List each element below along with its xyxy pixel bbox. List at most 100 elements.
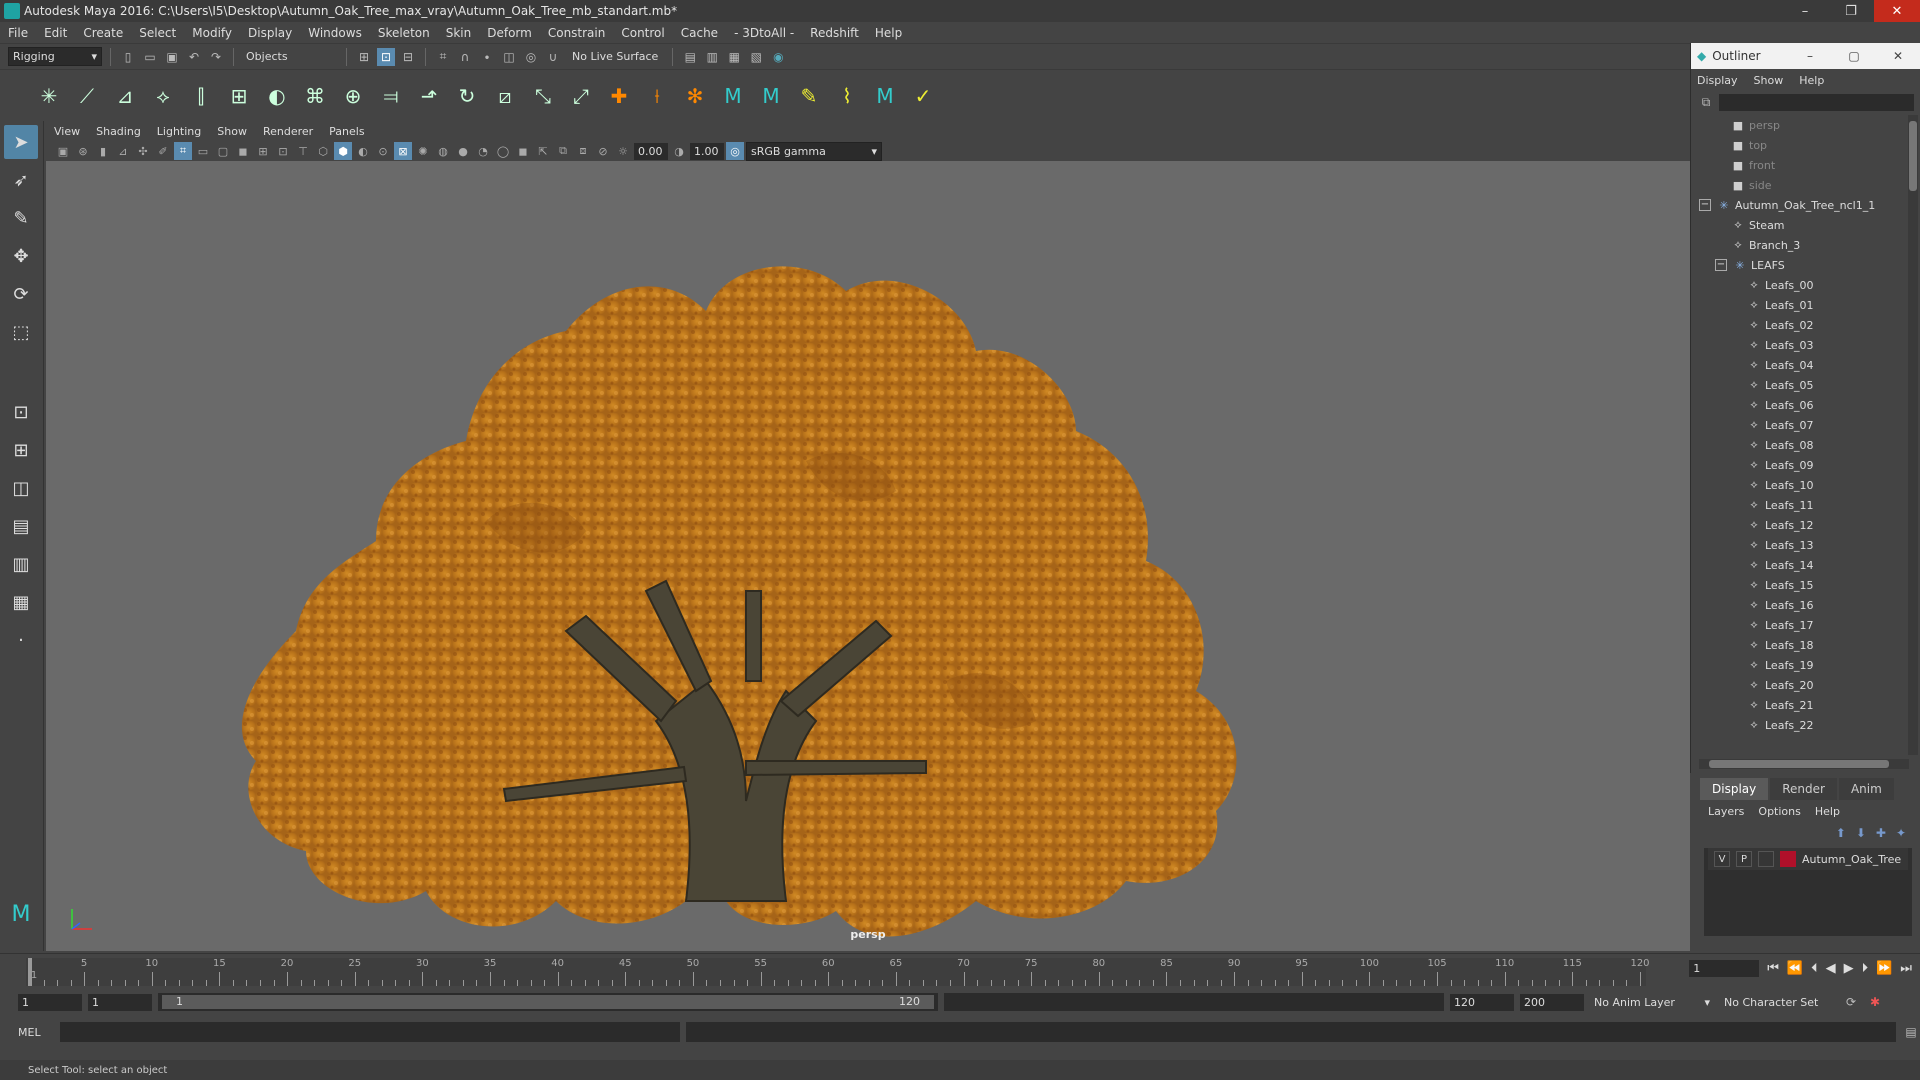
- new-scene-icon[interactable]: ▯: [119, 48, 137, 66]
- safe-title-icon[interactable]: ⊤: [294, 142, 312, 160]
- ambient-occlusion-icon[interactable]: ◍: [434, 142, 452, 160]
- anti-alias-icon[interactable]: ◯: [494, 142, 512, 160]
- wireframe-icon[interactable]: ⬡: [314, 142, 332, 160]
- bookmark-icon[interactable]: ▮: [94, 142, 112, 160]
- textured-icon[interactable]: ⊙: [374, 142, 392, 160]
- insert-joint-icon[interactable]: ⟋: [74, 83, 100, 109]
- paint-select-icon[interactable]: ✎: [4, 201, 38, 235]
- snap-point-icon[interactable]: ∙: [478, 48, 496, 66]
- locator-icon[interactable]: ✚: [606, 83, 632, 109]
- menu-select[interactable]: Select: [131, 26, 184, 40]
- pan-zoom-icon[interactable]: ✣: [134, 142, 152, 160]
- current-frame-field[interactable]: 1: [1689, 960, 1760, 977]
- safe-action-icon[interactable]: ⊡: [274, 142, 292, 160]
- step-forward-key-icon[interactable]: ⏩: [1876, 961, 1892, 976]
- outliner-item[interactable]: ⟡ Leafs_18: [1699, 635, 1909, 655]
- layer-visibility-toggle[interactable]: V: [1714, 851, 1730, 867]
- outliner-item[interactable]: ⟡ Leafs_04: [1699, 355, 1909, 375]
- collapse-icon[interactable]: ·: [4, 623, 38, 657]
- grease-pencil-icon[interactable]: ✐: [154, 142, 172, 160]
- bind-skin-icon[interactable]: ⊞: [226, 83, 252, 109]
- select-object-icon[interactable]: ⊡: [377, 47, 395, 66]
- script-editor-icon[interactable]: ▤: [1902, 1023, 1920, 1041]
- scale-tool-icon[interactable]: ⬚: [4, 315, 38, 349]
- point-constraint-icon[interactable]: ⫤: [378, 83, 404, 109]
- snap-grid-icon[interactable]: ⌗: [434, 48, 452, 66]
- step-back-frame-icon[interactable]: ⏴: [1811, 961, 1818, 976]
- menu-3dtoall[interactable]: - 3DtoAll -: [726, 26, 802, 40]
- xray-icon[interactable]: ⊠: [394, 142, 412, 160]
- tab-render[interactable]: Render: [1770, 778, 1837, 800]
- color-management-icon[interactable]: ◎: [726, 142, 744, 160]
- camera-icon[interactable]: ▣: [54, 142, 72, 160]
- resolution-gate-icon[interactable]: ▢: [214, 142, 232, 160]
- outliner-item[interactable]: ⟡ Leafs_22: [1699, 715, 1909, 735]
- two-view-icon[interactable]: ◫: [4, 471, 38, 505]
- menu-help[interactable]: Help: [867, 26, 910, 40]
- outliner-scrollbar[interactable]: [1908, 115, 1918, 755]
- save-scene-icon[interactable]: ▣: [163, 48, 181, 66]
- outliner-menu-show[interactable]: Show: [1754, 74, 1784, 87]
- select-camera-icon[interactable]: ⇱: [534, 142, 552, 160]
- outliner-minimize-button[interactable]: –: [1788, 49, 1832, 63]
- shadows-icon[interactable]: ✺: [414, 142, 432, 160]
- menu-file[interactable]: File: [0, 26, 36, 40]
- orient-constraint-icon[interactable]: ↻: [454, 83, 480, 109]
- scale-constraint-icon[interactable]: ⤡: [530, 83, 556, 109]
- grid-icon[interactable]: ⌗: [174, 142, 192, 160]
- animation-start-field[interactable]: 1: [18, 993, 82, 1011]
- step-back-key-icon[interactable]: ⏪: [1787, 961, 1803, 976]
- outliner-maximize-button[interactable]: ▢: [1832, 49, 1876, 63]
- command-input[interactable]: [60, 1022, 680, 1042]
- gate-mask-icon[interactable]: ◼: [234, 142, 252, 160]
- depth-of-field-icon[interactable]: ◼: [514, 142, 532, 160]
- minimize-button[interactable]: –: [1782, 0, 1828, 22]
- menu-deform[interactable]: Deform: [479, 26, 540, 40]
- render-settings-icon[interactable]: ▧: [747, 48, 765, 66]
- menu-control[interactable]: Control: [613, 26, 672, 40]
- menu-edit[interactable]: Edit: [36, 26, 75, 40]
- isolate-icon[interactable]: ●: [454, 142, 472, 160]
- script-layout-icon[interactable]: ▦: [4, 585, 38, 619]
- outliner-item[interactable]: ⟡ Leafs_03: [1699, 335, 1909, 355]
- anim-layer-dropdown[interactable]: No Anim Layer ▾: [1590, 992, 1714, 1012]
- use-lights-icon[interactable]: ◐: [354, 142, 372, 160]
- cluster-icon[interactable]: ⊕: [340, 83, 366, 109]
- snap-curve-icon[interactable]: ∩: [456, 48, 474, 66]
- ik-spline-icon[interactable]: ⟡: [150, 83, 176, 109]
- tab-display[interactable]: Display: [1700, 778, 1769, 800]
- layer-row[interactable]: V P Autumn_Oak_Tree: [1708, 848, 1908, 870]
- snap-view-icon[interactable]: ◫: [500, 48, 518, 66]
- outliner-item[interactable]: − ✳ Autumn_Oak_Tree_ncl1_1: [1699, 195, 1909, 215]
- outliner-search-input[interactable]: [1719, 93, 1914, 111]
- new-layer-selected-icon[interactable]: ✦: [1896, 826, 1906, 840]
- maximize-button[interactable]: ❐: [1828, 0, 1874, 22]
- outliner-item[interactable]: ⟡ Leafs_11: [1699, 495, 1909, 515]
- menu-cache[interactable]: Cache: [673, 26, 726, 40]
- single-view-icon[interactable]: ⊡: [4, 395, 38, 429]
- field-chart-icon[interactable]: ⊞: [254, 142, 272, 160]
- new-layer-icon[interactable]: ✚: [1876, 826, 1886, 840]
- pole-vector-icon[interactable]: ⤢: [568, 83, 594, 109]
- move-tool-icon[interactable]: ✥: [4, 239, 38, 273]
- outliner-item[interactable]: ⟡ Leafs_01: [1699, 295, 1909, 315]
- expand-toggle-icon[interactable]: −: [1715, 259, 1727, 271]
- four-view-icon[interactable]: ⊞: [4, 433, 38, 467]
- range-slider-fill[interactable]: [162, 995, 934, 1009]
- lasso-tool-icon[interactable]: ➶: [4, 163, 38, 197]
- select-hierarchy-icon[interactable]: ⊞: [355, 48, 373, 66]
- time-ruler[interactable]: 1 5 10 15 20 25 30 35 40 45 50 55 60 65 70 75 80 85 90 95 10…: [26, 958, 1650, 986]
- menu-redshift[interactable]: Redshift: [802, 26, 867, 40]
- gamma-icon[interactable]: ◑: [670, 142, 688, 160]
- maya-m3-icon[interactable]: M: [872, 83, 898, 109]
- color-space-dropdown[interactable]: sRGB gamma ▾: [746, 141, 882, 161]
- live-surface-label[interactable]: No Live Surface: [566, 50, 664, 63]
- outliner-item[interactable]: ⟡ Leafs_00: [1699, 275, 1909, 295]
- hik-icon[interactable]: ✻: [682, 83, 708, 109]
- set-driven-key-icon[interactable]: ⟊: [644, 83, 670, 109]
- outliner-item[interactable]: ⟡ Leafs_02: [1699, 315, 1909, 335]
- menu-modify[interactable]: Modify: [184, 26, 240, 40]
- render-frame-icon[interactable]: ▥: [703, 48, 721, 66]
- layer-name[interactable]: Autumn_Oak_Tree: [1802, 853, 1901, 866]
- lattice-icon[interactable]: ⌘: [302, 83, 328, 109]
